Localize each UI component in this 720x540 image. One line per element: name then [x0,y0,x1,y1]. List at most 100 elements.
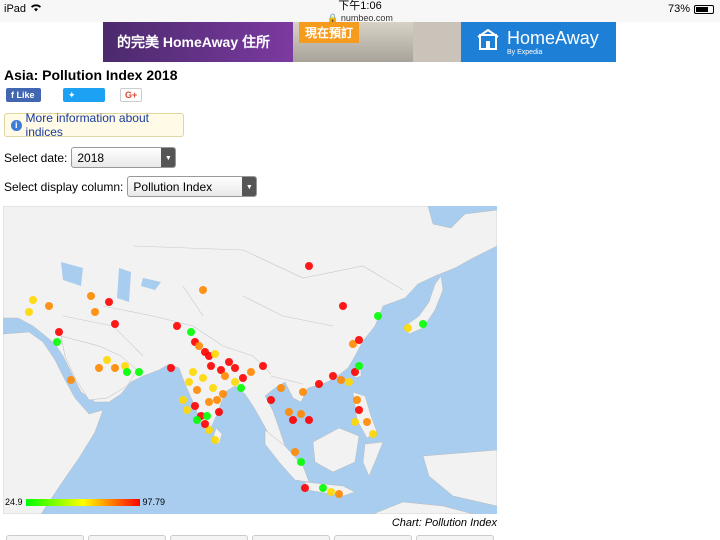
chevron-down-icon: ▼ [242,177,257,196]
city-marker[interactable] [247,368,255,376]
city-marker[interactable] [53,338,61,346]
city-marker[interactable] [231,378,239,386]
city-marker[interactable] [67,376,75,384]
city-marker[interactable] [335,490,343,498]
city-marker[interactable] [239,374,247,382]
city-marker[interactable] [185,378,193,386]
city-marker[interactable] [319,484,327,492]
tab-stub[interactable] [416,535,494,540]
city-marker[interactable] [183,406,191,414]
more-info-link[interactable]: i More information about indices [4,111,184,139]
clock: 下午1:06 [338,0,382,12]
city-marker[interactable] [355,336,363,344]
city-marker[interactable] [55,328,63,336]
like-label: Like [16,90,35,100]
city-marker[interactable] [199,374,207,382]
city-marker[interactable] [369,430,377,438]
city-marker[interactable] [187,328,195,336]
city-marker[interactable] [231,364,239,372]
city-marker[interactable] [191,402,199,410]
ad-cta-button[interactable]: 現在預訂 [299,22,360,43]
city-marker[interactable] [173,322,181,330]
city-marker[interactable] [25,308,33,316]
city-marker[interactable] [87,292,95,300]
column-select[interactable]: Pollution Index ▼ [127,176,258,197]
city-marker[interactable] [193,416,201,424]
tab-stub[interactable] [252,535,330,540]
date-select[interactable]: 2018 ▼ [71,147,177,168]
tab-stub[interactable] [170,535,248,540]
city-marker[interactable] [297,458,305,466]
city-marker[interactable] [339,302,347,310]
city-marker[interactable] [189,368,197,376]
city-marker[interactable] [305,262,313,270]
city-marker[interactable] [213,396,221,404]
city-marker[interactable] [195,342,203,350]
city-marker[interactable] [103,356,111,364]
city-marker[interactable] [259,362,267,370]
city-marker[interactable] [329,372,337,380]
land-sulawesi [362,441,384,477]
city-marker[interactable] [225,358,233,366]
city-marker[interactable] [91,308,99,316]
city-marker[interactable] [355,406,363,414]
city-marker[interactable] [419,320,427,328]
city-marker[interactable] [201,420,209,428]
city-marker[interactable] [351,418,359,426]
map-svg [3,206,497,514]
city-marker[interactable] [267,396,275,404]
city-marker[interactable] [353,396,361,404]
city-marker[interactable] [29,296,37,304]
city-marker[interactable] [221,372,229,380]
city-marker[interactable] [167,364,175,372]
column-row: Select display column: Pollution Index ▼ [4,176,258,197]
pollution-map[interactable] [3,206,497,514]
city-marker[interactable] [363,418,371,426]
city-marker[interactable] [105,298,113,306]
city-marker[interactable] [219,390,227,398]
tweet-button[interactable]: ✦ Tweet [63,88,105,111]
city-marker[interactable] [111,320,119,328]
city-marker[interactable] [237,384,245,392]
tab-stub[interactable] [88,535,166,540]
city-marker[interactable] [355,362,363,370]
google-plus-button[interactable]: G+ [120,88,143,102]
city-marker[interactable] [299,388,307,396]
city-marker[interactable] [45,302,53,310]
tab-stub[interactable] [334,535,412,540]
city-marker[interactable] [95,364,103,372]
city-marker[interactable] [404,324,412,332]
city-marker[interactable] [203,412,211,420]
city-marker[interactable] [327,488,335,496]
facebook-like-button[interactable]: f Like [6,88,41,102]
city-marker[interactable] [374,312,382,320]
city-marker[interactable] [345,378,353,386]
city-marker[interactable] [337,376,345,384]
ad-brand: HomeAway [507,28,599,48]
city-marker[interactable] [135,368,143,376]
city-marker[interactable] [205,398,213,406]
city-marker[interactable] [289,416,297,424]
city-marker[interactable] [297,410,305,418]
city-marker[interactable] [179,396,187,404]
city-marker[interactable] [211,436,219,444]
city-marker[interactable] [215,408,223,416]
city-marker[interactable] [301,484,309,492]
land-new-guinea [422,449,497,507]
tab-stub[interactable] [6,535,84,540]
city-marker[interactable] [207,362,215,370]
city-marker[interactable] [209,384,217,392]
city-marker[interactable] [285,408,293,416]
city-marker[interactable] [211,350,219,358]
city-marker[interactable] [277,384,285,392]
tweet-label: Tweet [68,101,93,111]
city-marker[interactable] [111,364,119,372]
city-marker[interactable] [291,448,299,456]
city-marker[interactable] [193,386,201,394]
city-marker[interactable] [315,380,323,388]
advertisement-banner[interactable]: 的完美 HomeAway 住所 現在預訂 HomeAway By Expedia [103,22,616,62]
city-marker[interactable] [199,286,207,294]
city-marker[interactable] [305,416,313,424]
battery-percent: 73% [667,3,690,15]
city-marker[interactable] [123,368,131,376]
